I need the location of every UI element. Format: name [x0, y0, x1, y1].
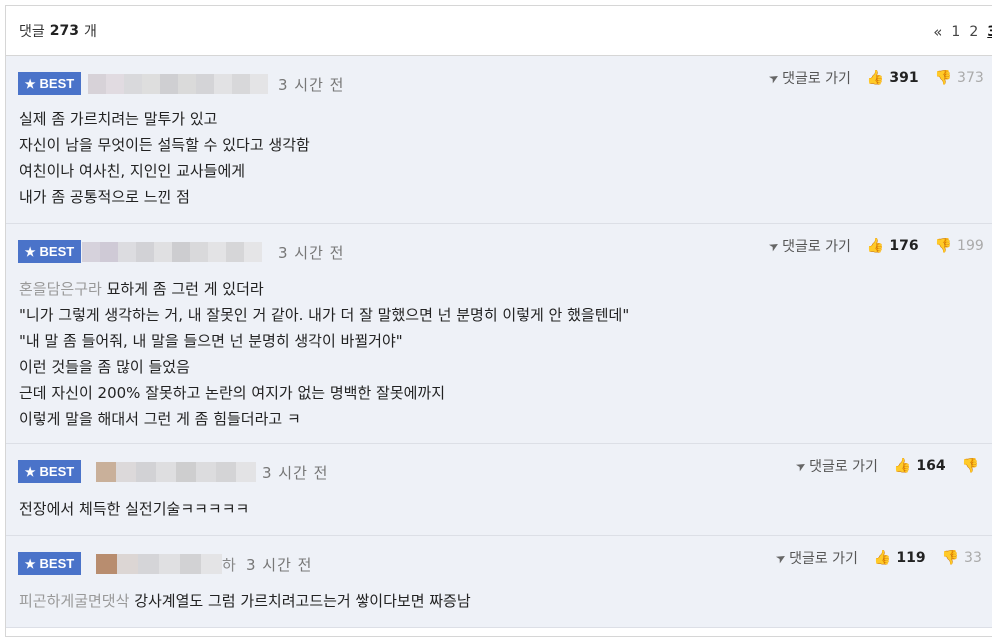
comment-line: 자신이 남을 무엇이든 설득할 수 있다고 생각함: [19, 136, 310, 154]
comment-item: ★ BEST 하 3 시간 전 ➤ 댓글로 가기 👍 119 👎 33 피곤하게…: [6, 536, 992, 628]
comment-body: 실제 좀 가르치려는 말투가 있고 자신이 남을 무엇이든 설득할 수 있다고 …: [19, 106, 310, 210]
comment-line: 여친이나 여사친, 지인인 교사들에게: [19, 162, 246, 180]
thumbs-up-icon: 👍: [866, 70, 885, 86]
comment-line: 근데 자신이 200% 잘못하고 논란의 여지가 없는 명백한 잘못에까지: [19, 384, 446, 402]
comment-actions: ➤ 댓글로 가기 👍 119 👎 33: [773, 548, 982, 568]
best-badge: ★ BEST: [18, 72, 81, 95]
page-3-link[interactable]: 3: [987, 24, 992, 40]
comment-count: 273: [49, 22, 79, 39]
best-badge: ★ BEST: [18, 460, 81, 483]
comment-time: 3 시간 전: [262, 464, 329, 482]
arrow-icon: ➤: [766, 69, 782, 87]
comment-unit: 개: [84, 23, 97, 40]
dislike-count: 373: [957, 70, 984, 86]
comment-line: 혼을담은구라 묘하게 좀 그런 게 있더라: [19, 280, 264, 298]
star-icon: ★: [24, 76, 36, 91]
comment-actions: ➤ 댓글로 가기 👍 391 👎 373: [766, 68, 984, 88]
star-icon: ★: [24, 556, 36, 571]
comment-item: ★ BEST 3 시간 전 ➤ 댓글로 가기 👍 391 👎 373 실제 좀 …: [6, 56, 992, 224]
like-button[interactable]: 👍 164: [894, 458, 946, 474]
like-button[interactable]: 👍 391: [867, 70, 919, 86]
comment-time: 3 시간 전: [278, 244, 345, 262]
comment-line: 전장에서 체득한 실전기술ㅋㅋㅋㅋㅋ: [19, 500, 250, 518]
like-count: 391: [889, 70, 919, 86]
comment-actions: ➤ 댓글로 가기 👍 176 👎 199: [766, 236, 984, 256]
author-name-tail: 하: [222, 556, 237, 574]
best-label: BEST: [39, 556, 75, 571]
quoted-nickname[interactable]: 혼을담은구라: [19, 280, 102, 298]
like-count: 119: [896, 550, 926, 566]
thumbs-down-icon: 👎: [934, 70, 953, 86]
comment-line: 이런 것들을 좀 많이 들었음: [19, 358, 190, 376]
author-name-blurred: [96, 554, 222, 574]
dislike-count: 33: [964, 550, 982, 566]
page-2-link[interactable]: 2: [969, 24, 978, 40]
comment-line: 내가 좀 공통적으로 느낀 점: [19, 188, 190, 206]
dislike-button[interactable]: 👎 199: [935, 238, 984, 254]
reply-label: 댓글로 가기: [809, 459, 878, 475]
like-button[interactable]: 👍 119: [874, 550, 926, 566]
quoted-nickname[interactable]: 피곤하게굴면댓삭: [19, 592, 129, 610]
prev-page-button[interactable]: «: [933, 23, 942, 41]
author-name-blurred: [96, 462, 256, 482]
thumbs-up-icon: 👍: [866, 238, 885, 254]
comment-line: 이렇게 말을 해대서 그런 게 좀 힘들더라고 ㅋ: [19, 410, 301, 428]
reply-link[interactable]: ➤ 댓글로 가기: [766, 68, 851, 88]
comment-label: 댓글: [19, 23, 45, 40]
comment-line: 실제 좀 가르치려는 말투가 있고: [19, 110, 218, 128]
thumbs-up-icon: 👍: [893, 458, 912, 474]
best-label: BEST: [39, 464, 75, 479]
best-label: BEST: [39, 244, 75, 259]
reply-label: 댓글로 가기: [782, 71, 851, 87]
comment-line: "니가 그렇게 생각하는 거, 내 잘못인 거 같아. 내가 더 잘 말했으면 …: [19, 306, 630, 324]
dislike-count: 199: [957, 238, 984, 254]
thumbs-down-icon: 👎: [934, 238, 953, 254]
comment-item: ★ BEST 3 시간 전 ➤ 댓글로 가기 👍 164 👎 전장에서 체득한 …: [6, 444, 992, 536]
reply-label: 댓글로 가기: [789, 551, 858, 567]
best-badge: ★ BEST: [18, 240, 81, 263]
comment-body: 피곤하게굴면댓삭 강사계열도 그럼 가르치려고드는거 쌓이다보면 짜증남: [19, 588, 471, 614]
author-name-blurred: [88, 74, 268, 94]
comment-time: 3 시간 전: [278, 76, 345, 94]
best-badge: ★ BEST: [18, 552, 81, 575]
best-label: BEST: [39, 76, 75, 91]
thumbs-up-icon: 👍: [873, 550, 892, 566]
star-icon: ★: [24, 244, 36, 259]
like-count: 176: [889, 238, 919, 254]
comment-body: 혼을담은구라 묘하게 좀 그런 게 있더라 "니가 그렇게 생각하는 거, 내 …: [19, 276, 629, 432]
arrow-icon: ➤: [773, 549, 789, 567]
arrow-icon: ➤: [766, 237, 782, 255]
comment-item: ★ BEST 3 시간 전 ➤ 댓글로 가기 👍 176 👎 199 혼을담은구…: [6, 224, 992, 444]
star-icon: ★: [24, 464, 36, 479]
comment-header: 댓글 273 개: [6, 6, 992, 56]
dislike-button[interactable]: 👎: [962, 458, 984, 474]
comment-line: 피곤하게굴면댓삭 강사계열도 그럼 가르치려고드는거 쌓이다보면 짜증남: [19, 592, 471, 610]
comment-time: 3 시간 전: [246, 556, 313, 574]
reply-link[interactable]: ➤ 댓글로 가기: [766, 236, 851, 256]
thumbs-down-icon: 👎: [941, 550, 960, 566]
reply-link[interactable]: ➤ 댓글로 가기: [773, 548, 858, 568]
comment-body: 전장에서 체득한 실전기술ㅋㅋㅋㅋㅋ: [19, 496, 249, 522]
author-name-blurred: [82, 242, 262, 262]
thumbs-down-icon: 👎: [961, 458, 980, 474]
reply-link[interactable]: ➤ 댓글로 가기: [793, 456, 878, 476]
like-count: 164: [916, 458, 946, 474]
reply-label: 댓글로 가기: [782, 239, 851, 255]
like-button[interactable]: 👍 176: [867, 238, 919, 254]
arrow-icon: ➤: [793, 457, 809, 475]
comment-actions: ➤ 댓글로 가기 👍 164 👎: [793, 456, 984, 476]
comment-section: 댓글 273 개 « 1 2 3 ★ BEST 3 시간 전 ➤ 댓글로 가기: [5, 5, 992, 637]
page-1-link[interactable]: 1: [951, 24, 960, 40]
dislike-button[interactable]: 👎 373: [935, 70, 984, 86]
dislike-button[interactable]: 👎 33: [942, 550, 982, 566]
comment-line: "내 말 좀 들어줘, 내 말을 들으면 넌 분명히 생각이 바뀔거야": [19, 332, 403, 350]
pagination: « 1 2 3: [933, 23, 992, 41]
